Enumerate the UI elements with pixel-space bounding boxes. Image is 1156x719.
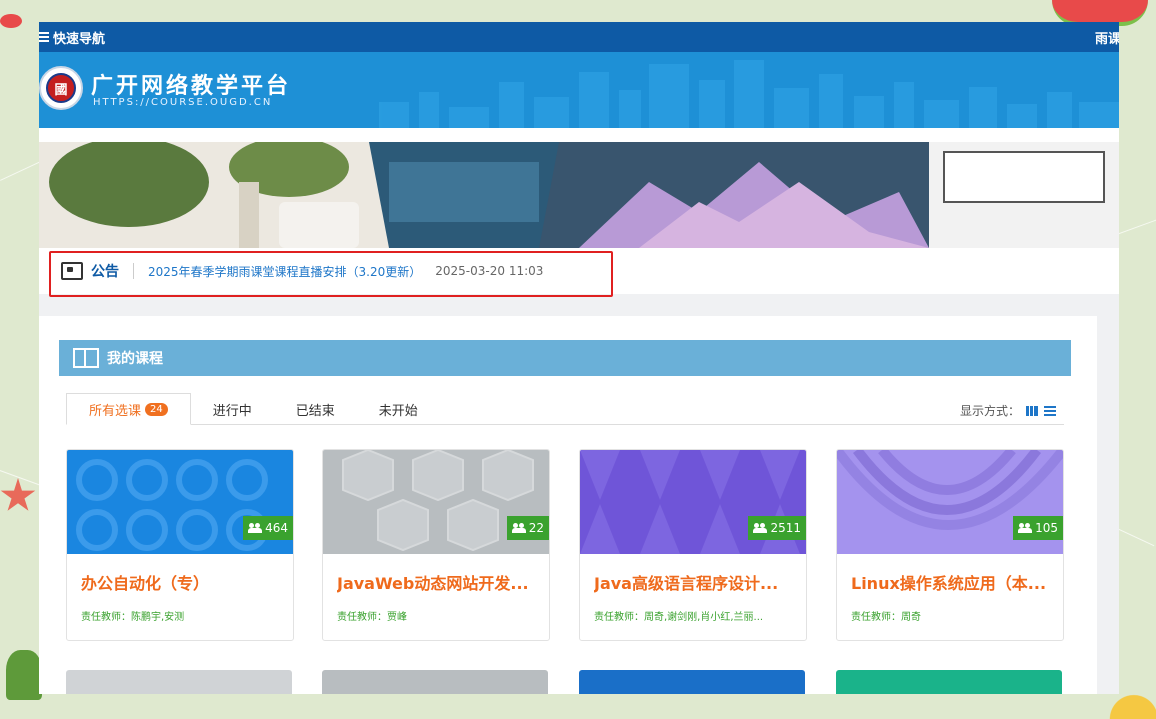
display-mode-label: 显示方式： bbox=[959, 404, 1020, 418]
tab-not-started[interactable]: 未开始 bbox=[357, 394, 440, 424]
course-title[interactable]: Linux操作系统应用（本... bbox=[851, 570, 1051, 594]
hero-banner-image bbox=[39, 142, 1119, 248]
skyline-decoration bbox=[379, 60, 1119, 128]
course-title[interactable]: 办公自动化（专） bbox=[81, 570, 281, 594]
list-view-icon[interactable] bbox=[1044, 405, 1056, 416]
people-icon bbox=[753, 523, 768, 533]
announcement-highlight-box bbox=[49, 251, 613, 297]
tab-label: 所有选课 bbox=[89, 403, 142, 419]
course-thumbnail[interactable]: 22 bbox=[323, 450, 549, 554]
hamburger-icon bbox=[39, 32, 49, 42]
student-count-badge: 105 bbox=[1013, 516, 1063, 540]
student-count-badge: 464 bbox=[243, 516, 293, 540]
university-seal-logo[interactable]: 國 bbox=[39, 66, 83, 110]
announcement-bar: 公告 2025年春季学期雨课堂课程直播安排（3.20更新） 2025-03-20… bbox=[39, 248, 1119, 297]
course-thumbnail[interactable]: 105 bbox=[837, 450, 1063, 554]
course-card[interactable]: 2511 Java高级语言程序设计... 责任教师：周奇,谢剑刚,肖小红,兰丽.… bbox=[579, 449, 807, 641]
student-count-badge: 2511 bbox=[748, 516, 806, 540]
my-courses-header: 我的课程 bbox=[59, 340, 1071, 376]
display-mode-switch: 显示方式： bbox=[960, 402, 1056, 419]
plant-decoration bbox=[6, 650, 42, 700]
course-count-badge: 24 bbox=[145, 402, 168, 416]
quick-nav-button[interactable]: 快速导航 bbox=[39, 28, 105, 47]
course-teacher: 责任教师：陈鹏宇,安测 bbox=[81, 612, 185, 623]
heart-decoration bbox=[0, 14, 22, 28]
course-teacher: 责任教师：周奇,谢剑刚,肖小红,兰丽... bbox=[594, 612, 764, 623]
site-url: HTTPS://COURSE.OUGD.CN bbox=[93, 97, 273, 108]
book-icon bbox=[73, 348, 99, 368]
course-card-partial[interactable] bbox=[322, 670, 548, 694]
quick-nav-label: 快速导航 bbox=[53, 31, 106, 47]
banner-illustration bbox=[39, 142, 1119, 248]
course-card[interactable]: 464 办公自动化（专） 责任教师：陈鹏宇,安测 bbox=[66, 449, 294, 641]
my-courses-panel: 我的课程 所有选课 24 进行中 已结束 未开始 显示方式： 464 办公自动化… bbox=[39, 316, 1097, 694]
course-title[interactable]: Java高级语言程序设计... bbox=[594, 570, 794, 594]
my-courses-title: 我的课程 bbox=[107, 351, 163, 367]
course-title[interactable]: JavaWeb动态网站开发... bbox=[337, 570, 537, 594]
top-navigation-bar: 快速导航 雨课 bbox=[39, 22, 1119, 52]
course-card-partial[interactable] bbox=[66, 670, 292, 694]
site-header: 國 广开网络教学平台 HTTPS://COURSE.OUGD.CN bbox=[39, 52, 1119, 128]
seal-center: 國 bbox=[46, 73, 76, 103]
top-right-link[interactable]: 雨课 bbox=[1095, 28, 1119, 47]
course-card-partial[interactable] bbox=[836, 670, 1062, 694]
people-icon bbox=[248, 523, 263, 533]
browser-screen: 快速导航 雨课 國 广开网络教学平台 HTTPS://COURSE.OUGD.C… bbox=[39, 22, 1119, 694]
student-count-badge: 22 bbox=[506, 516, 549, 540]
course-teacher: 责任教师：周奇 bbox=[851, 612, 921, 623]
course-card[interactable]: 22 JavaWeb动态网站开发... 责任教师：贾峰 bbox=[322, 449, 550, 641]
grid-view-icon[interactable] bbox=[1026, 405, 1038, 416]
course-card[interactable]: 105 Linux操作系统应用（本... 责任教师：周奇 bbox=[836, 449, 1064, 641]
tab-in-progress[interactable]: 进行中 bbox=[191, 394, 274, 424]
tab-ended[interactable]: 已结束 bbox=[274, 394, 357, 424]
course-thumbnail[interactable]: 2511 bbox=[580, 450, 806, 554]
announcement-icon bbox=[61, 262, 83, 280]
starfish-decoration bbox=[0, 478, 36, 511]
course-card-partial[interactable] bbox=[579, 670, 805, 694]
tab-all-courses[interactable]: 所有选课 24 bbox=[66, 393, 191, 425]
people-icon bbox=[511, 523, 526, 533]
people-icon bbox=[1018, 523, 1033, 533]
course-filter-tabs: 所有选课 24 进行中 已结束 未开始 显示方式： bbox=[66, 393, 1064, 425]
course-teacher: 责任教师：贾峰 bbox=[337, 612, 407, 623]
site-title[interactable]: 广开网络教学平台 bbox=[91, 68, 291, 100]
course-thumbnail[interactable]: 464 bbox=[67, 450, 293, 554]
